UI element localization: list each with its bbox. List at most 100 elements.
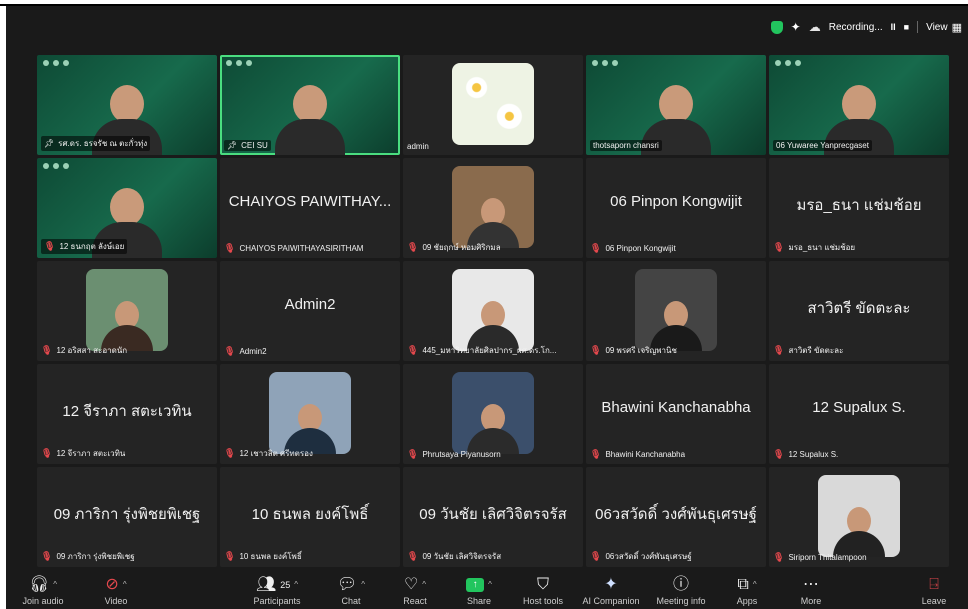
- participant-tile[interactable]: 🎙︎ 09 ชัยฤกษ์ หอมศิริกมล: [403, 158, 583, 258]
- meeting-info-button[interactable]: ⓘ Meeting info: [646, 575, 716, 606]
- participant-tile[interactable]: 09 วันชัย เลิศวิจิตรจรัส 🎙︎ 09 วันชัย เลิศ…: [403, 467, 583, 567]
- chevron-up-icon[interactable]: ^: [123, 575, 127, 595]
- leave-label: Leave: [921, 596, 947, 606]
- participant-name-label: 🎙︎ 12 เชาวลิต ศรีทตรอง: [224, 447, 313, 460]
- participant-avatar: [452, 63, 534, 145]
- headphones-icon: 🎧︎: [28, 576, 50, 593]
- participant-tile[interactable]: 06 Pinpon Kongwijit 🎙︎ 06 Pinpon Kongwijit: [586, 158, 766, 258]
- participant-tile[interactable]: Admin2 🎙︎ Admin2: [220, 261, 400, 361]
- participant-tile[interactable]: สาวิตรี ขัดตะละ 🎙︎ สาวิตรี ขัดตะละ: [769, 261, 949, 361]
- participants-icon: 👥︎: [255, 576, 277, 593]
- participant-tile[interactable]: thotsaporn chansri: [586, 55, 766, 155]
- more-label: More: [800, 596, 822, 606]
- participant-avatar: [452, 269, 534, 351]
- participant-display-name: 09 วันชัย เลิศวิจิตรจรัส: [419, 506, 567, 523]
- participant-name-label: 🎙︎ 09 วันชัย เลิศวิจิตรจรัส: [407, 550, 501, 563]
- participant-tile[interactable]: 🎙︎ 12 ธนกฤต ลังษ์เอย: [37, 158, 217, 258]
- participant-tile[interactable]: 12 Supalux S. 🎙︎ 12 Supalux S.: [769, 364, 949, 464]
- chevron-up-icon[interactable]: ^: [361, 575, 365, 595]
- apps-button[interactable]: ⧉ ^ Apps: [712, 575, 782, 606]
- participant-tile[interactable]: มรอ_ธนา แช่มช้อย 🎙︎ มรอ_ธนา แช่มช้อย: [769, 158, 949, 258]
- participants-label: Participants: [253, 596, 301, 606]
- ai-sparkle-icon[interactable]: ✦: [791, 20, 801, 34]
- pause-recording-button[interactable]: II: [891, 22, 896, 32]
- view-button[interactable]: View ▦: [926, 21, 962, 34]
- participant-name: 09 ชัยฤกษ์ หอมศิริกมล: [422, 243, 501, 252]
- security-shield-icon[interactable]: [770, 20, 783, 34]
- video-button[interactable]: ⊘ ^ Video: [81, 575, 151, 606]
- mic-muted-icon: 🎙︎: [407, 551, 419, 561]
- participant-tile[interactable]: Bhawini Kanchanabha 🎙︎ Bhawini Kanchanabha: [586, 364, 766, 464]
- mic-muted-icon: 🎙︎: [773, 345, 785, 355]
- join-audio-button[interactable]: 🎧︎ ^ Join audio: [8, 575, 78, 606]
- participants-count: 25: [280, 580, 291, 590]
- mic-muted-icon: 🎙︎: [41, 345, 53, 355]
- chevron-up-icon[interactable]: ^: [488, 575, 492, 595]
- leave-icon: ⍈: [929, 576, 939, 593]
- participant-name-label: 🎙︎ 445_มหาวิทยาลัยศิลปากร_ผศ.ดร.โก...: [407, 344, 556, 357]
- participant-tile[interactable]: 🎙︎ Phrutsaya Piyanusorn: [403, 364, 583, 464]
- participant-name-label: 🎙︎ Siriporn Thitalampoon: [773, 552, 867, 563]
- participant-tile[interactable]: 🎙︎ 445_มหาวิทยาลัยศิลปากร_ผศ.ดร.โก...: [403, 261, 583, 361]
- participant-name-label: 📌︎ รศ.ดร. ธรจรัช ณ ตะกั่วทุ่ง: [41, 136, 151, 151]
- participant-tile[interactable]: 06 Yuwaree Yanprecgaset: [769, 55, 949, 155]
- stop-recording-button[interactable]: ■: [904, 22, 909, 32]
- participant-name: 12 Supalux S.: [788, 450, 839, 459]
- participant-tile[interactable]: 📌︎ รศ.ดร. ธรจรัช ณ ตะกั่วทุ่ง: [37, 55, 217, 155]
- meeting-window: ✦ ☁ Recording... II ■ View ▦ 📌︎ รศ.ดร. ธร…: [6, 6, 968, 609]
- participant-name-label: 🎙︎ 10 ธนพล ยงค์โพธิ์: [224, 550, 302, 563]
- react-button[interactable]: ♡ ^ React: [380, 575, 450, 606]
- host-tools-button[interactable]: ⛉ Host tools: [508, 575, 578, 606]
- participant-tile[interactable]: 10 ธนพล ยงค์โพธิ์ 🎙︎ 10 ธนพล ยงค์โพธิ์: [220, 467, 400, 567]
- participant-tile[interactable]: 09 ภาริกา รุ่งพิชยพิเชฐ 🎙︎ 09 ภาริกา รุ่งพ…: [37, 467, 217, 567]
- participant-tile[interactable]: 🎙︎ 09 พรศรี เจริญพานิช: [586, 261, 766, 361]
- participant-name-label: 06 Yuwaree Yanprecgaset: [773, 140, 872, 151]
- chevron-up-icon[interactable]: ^: [422, 575, 426, 595]
- chevron-up-icon[interactable]: ^: [294, 575, 298, 595]
- participant-name-label: 📌︎ CEI SU: [224, 140, 271, 151]
- share-label: Share: [466, 596, 492, 606]
- participant-name: 09 วันชัย เลิศวิจิตรจรัส: [422, 552, 502, 561]
- participant-name: 12 อริสสา สะอาดนัก: [56, 346, 128, 355]
- sparkle-icon: ✦: [604, 576, 618, 593]
- participant-tile[interactable]: 🎙︎ 12 อริสสา สะอาดนัก: [37, 261, 217, 361]
- participant-tile[interactable]: admin: [403, 55, 583, 155]
- leave-button[interactable]: ⍈ Leave: [904, 575, 964, 606]
- participant-display-name: CHAIYOS PAIWITHAY...: [228, 193, 392, 210]
- chevron-up-icon[interactable]: ^: [53, 575, 57, 595]
- host-tools-label: Host tools: [522, 596, 564, 606]
- participant-display-name: 06วสวัดดิ์ วงศ์พันธุเศรษฐ์: [595, 506, 757, 523]
- meeting-info-label: Meeting info: [656, 596, 706, 606]
- chevron-up-icon[interactable]: ^: [753, 575, 757, 595]
- participant-gallery: 📌︎ รศ.ดร. ธรจรัช ณ ตะกั่วทุ่ง 📌︎ CEI SU admi…: [37, 55, 949, 570]
- participant-tile[interactable]: 🎙︎ Siriporn Thitalampoon: [769, 467, 949, 567]
- react-label: React: [403, 596, 427, 606]
- participant-name: CHAIYOS PAIWITHAYASIRITHAM: [239, 244, 364, 253]
- participant-avatar: [269, 372, 351, 454]
- mic-muted-icon: 🎙︎: [590, 243, 602, 253]
- cloud-recording-icon: ☁: [808, 20, 821, 34]
- participant-name-label: 🎙︎ มรอ_ธนา แช่มช้อย: [773, 241, 855, 254]
- participant-tile[interactable]: 12 จีราภา สตะเวทิน 🎙︎ 12 จีราภา สตะเวทิน: [37, 364, 217, 464]
- participant-tile[interactable]: 🎙︎ 12 เชาวลิต ศรีทตรอง: [220, 364, 400, 464]
- participant-name: 12 ธนกฤต ลังษ์เอย: [59, 242, 125, 251]
- participant-avatar: [635, 269, 717, 351]
- chat-button[interactable]: 💬︎ ^ Chat: [316, 575, 386, 606]
- mic-muted-icon: 🎙︎: [41, 448, 53, 458]
- participant-avatar: [86, 269, 168, 351]
- participant-name-label: 🎙︎ 12 ธนกฤต ลังษ์เอย: [41, 239, 128, 254]
- participant-name-label: 🎙︎ 09 พรศรี เจริญพานิช: [590, 344, 677, 357]
- participant-tile[interactable]: 📌︎ CEI SU: [220, 55, 400, 155]
- ai-companion-button[interactable]: ✦ AI Companion: [576, 575, 646, 606]
- mic-muted-icon: 🎙︎: [44, 241, 56, 251]
- more-button[interactable]: ⋯ More: [776, 575, 846, 606]
- participant-display-name: 10 ธนพล ยงค์โพธิ์: [251, 506, 369, 523]
- slide-logo: [775, 60, 801, 66]
- participant-name-label: 🎙︎ 12 จีราภา สตะเวทิน: [41, 447, 125, 460]
- participant-tile[interactable]: 06วสวัดดิ์ วงศ์พันธุเศรษฐ์ 🎙︎ 06วสวัดดิ์ ว…: [586, 467, 766, 567]
- participant-display-name: สาวิตรี ขัดตะละ: [807, 300, 911, 317]
- participant-tile[interactable]: CHAIYOS PAIWITHAY... 🎙︎ CHAIYOS PAIWITHAYA…: [220, 158, 400, 258]
- divider: [917, 21, 919, 33]
- participants-button[interactable]: 👥︎ 25 ^ Participants: [242, 575, 312, 606]
- share-button[interactable]: ↑ ^ Share: [444, 575, 514, 606]
